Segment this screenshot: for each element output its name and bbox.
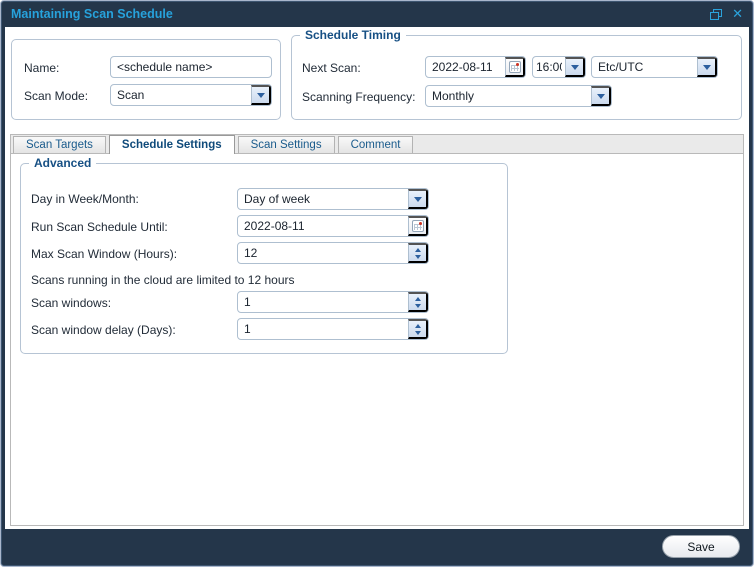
scan-window-delay-label: Scan window delay (Days): bbox=[31, 323, 176, 337]
chevron-up-icon bbox=[414, 323, 421, 328]
tab-label: Comment bbox=[350, 139, 401, 151]
restore-window-icon[interactable] bbox=[710, 8, 723, 20]
scanning-frequency-label: Scanning Frequency: bbox=[302, 90, 416, 104]
scanning-frequency-combo bbox=[425, 85, 612, 107]
chevron-down-icon bbox=[414, 254, 421, 259]
tab-label: Schedule Settings bbox=[121, 139, 222, 151]
advanced-group: Advanced Day in Week/Month: Run Scan Sch… bbox=[20, 156, 508, 354]
schedule-timing-legend: Schedule Timing bbox=[300, 28, 406, 42]
tab-comment[interactable]: Comment bbox=[337, 136, 414, 153]
scan-windows-label: Scan windows: bbox=[31, 296, 112, 310]
run-until-date-input[interactable] bbox=[238, 216, 408, 236]
next-scan-label: Next Scan: bbox=[302, 61, 361, 75]
chevron-down-icon bbox=[256, 92, 265, 98]
max-scan-window-spin-trigger[interactable] bbox=[408, 243, 428, 263]
dialog-maintaining-scan-schedule: Maintaining Scan Schedule ✕ Name: Scan M… bbox=[0, 0, 754, 567]
next-scan-calendar-trigger[interactable] bbox=[505, 57, 525, 77]
max-scan-window-spinner bbox=[237, 242, 429, 264]
chevron-down-icon bbox=[596, 93, 605, 99]
general-group: Name: Scan Mode: bbox=[11, 39, 281, 120]
scanning-frequency-dropdown-trigger[interactable] bbox=[591, 86, 611, 106]
scan-windows-input[interactable] bbox=[238, 292, 408, 312]
next-scan-time-input[interactable] bbox=[533, 57, 565, 77]
scan-windows-spin-trigger[interactable] bbox=[408, 292, 428, 312]
day-in-week-month-combo bbox=[237, 188, 429, 210]
timezone-input[interactable] bbox=[592, 57, 697, 77]
schedule-name-field-wrap bbox=[110, 56, 272, 78]
max-scan-window-label: Max Scan Window (Hours): bbox=[31, 247, 178, 261]
day-in-week-month-input[interactable] bbox=[238, 189, 408, 209]
title-bar: Maintaining Scan Schedule ✕ bbox=[1, 1, 753, 27]
schedule-settings-panel: Advanced Day in Week/Month: Run Scan Sch… bbox=[10, 154, 744, 526]
dialog-body: Name: Scan Mode: Schedule Timing Next Sc… bbox=[5, 27, 749, 529]
chevron-down-icon bbox=[414, 303, 421, 308]
scan-mode-input[interactable] bbox=[111, 85, 251, 105]
max-scan-window-input[interactable] bbox=[238, 243, 408, 263]
schedule-timing-group: Schedule Timing Next Scan: Scanning Freq… bbox=[291, 28, 742, 120]
scan-window-delay-spinner bbox=[237, 318, 429, 340]
cloud-limit-note: Scans running in the cloud are limited t… bbox=[31, 273, 295, 287]
save-button[interactable]: Save bbox=[662, 535, 740, 558]
chevron-up-icon bbox=[414, 247, 421, 252]
next-scan-time-dropdown-trigger[interactable] bbox=[565, 57, 585, 77]
calendar-icon bbox=[411, 220, 424, 232]
schedule-name-input[interactable] bbox=[111, 57, 271, 77]
timezone-combo bbox=[591, 56, 718, 78]
scan-mode-combo bbox=[110, 84, 272, 106]
tab-scan-settings[interactable]: Scan Settings bbox=[237, 136, 335, 153]
scan-mode-label: Scan Mode: bbox=[24, 89, 89, 103]
next-scan-date-field bbox=[425, 56, 526, 78]
scan-window-delay-input[interactable] bbox=[238, 319, 408, 339]
chevron-down-icon bbox=[413, 196, 422, 202]
tab-label: Scan Settings bbox=[250, 139, 322, 151]
advanced-legend: Advanced bbox=[29, 156, 97, 170]
titlebar-buttons: ✕ bbox=[710, 8, 743, 21]
calendar-icon bbox=[508, 61, 521, 73]
close-icon[interactable]: ✕ bbox=[732, 8, 743, 21]
tab-bar: Scan Targets Schedule Settings Scan Sett… bbox=[10, 134, 744, 154]
window-title: Maintaining Scan Schedule bbox=[11, 7, 173, 21]
timezone-dropdown-trigger[interactable] bbox=[697, 57, 717, 77]
next-scan-time-combo bbox=[532, 56, 586, 78]
chevron-down-icon bbox=[414, 330, 421, 335]
chevron-up-icon bbox=[414, 296, 421, 301]
tab-label: Scan Targets bbox=[26, 139, 93, 151]
scan-windows-spinner bbox=[237, 291, 429, 313]
day-in-week-month-dropdown-trigger[interactable] bbox=[408, 189, 428, 209]
name-label: Name: bbox=[24, 61, 60, 75]
scan-mode-dropdown-trigger[interactable] bbox=[251, 85, 271, 105]
run-until-date-field bbox=[237, 215, 429, 237]
tab-scan-targets[interactable]: Scan Targets bbox=[13, 136, 106, 153]
chevron-down-icon bbox=[570, 64, 579, 70]
chevron-down-icon bbox=[702, 64, 711, 70]
scanning-frequency-input[interactable] bbox=[426, 86, 591, 106]
tab-schedule-settings[interactable]: Schedule Settings bbox=[108, 135, 235, 154]
run-until-calendar-trigger[interactable] bbox=[408, 216, 428, 236]
scan-window-delay-spin-trigger[interactable] bbox=[408, 319, 428, 339]
day-in-week-month-label: Day in Week/Month: bbox=[31, 192, 139, 206]
next-scan-date-input[interactable] bbox=[426, 57, 505, 77]
run-until-label: Run Scan Schedule Until: bbox=[31, 220, 168, 234]
